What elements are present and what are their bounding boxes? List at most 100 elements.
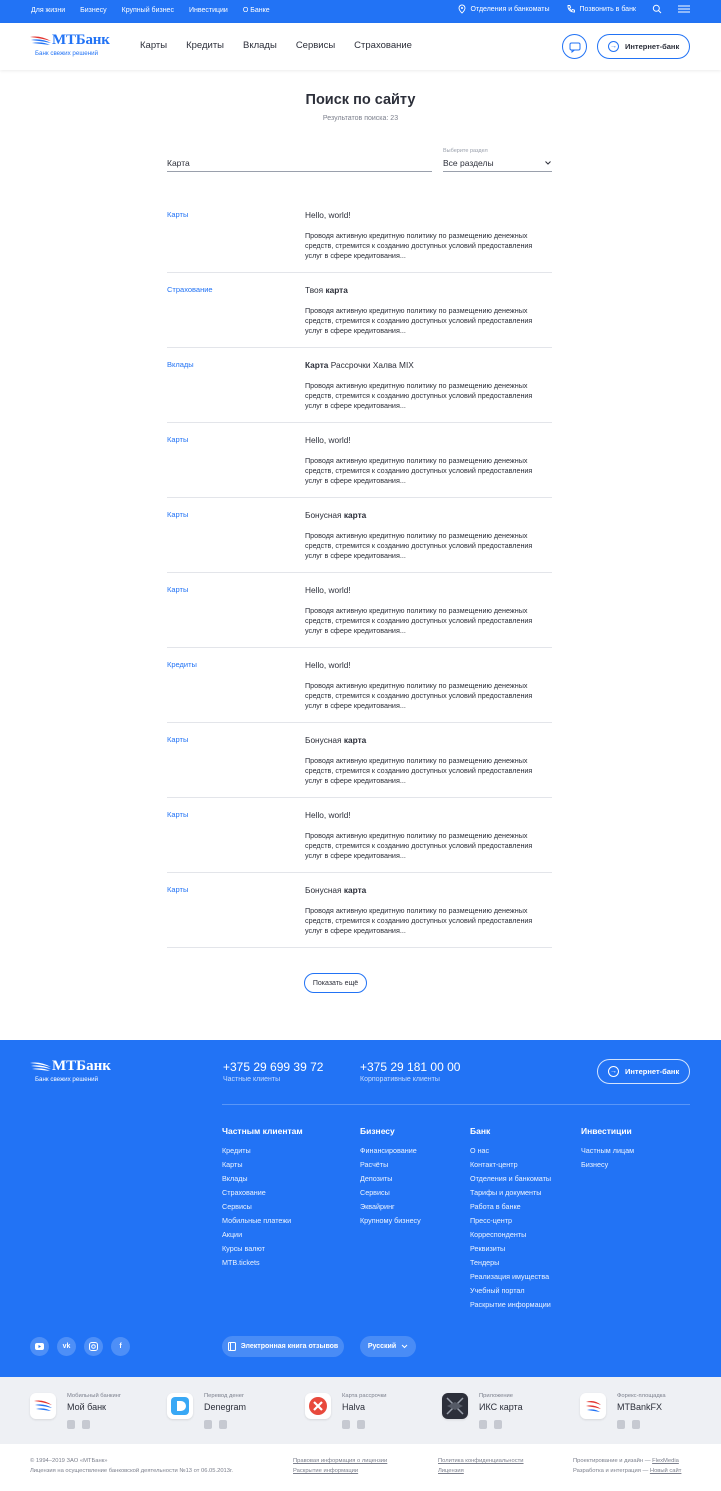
android-icon[interactable]: [479, 1420, 487, 1429]
search-input[interactable]: [167, 155, 432, 172]
footer-link[interactable]: Крупному бизнесу: [360, 1214, 421, 1228]
result-item[interactable]: Карты Hello, world! Проводя активную кре…: [167, 798, 552, 873]
result-item[interactable]: Кредиты Hello, world! Проводя активную к…: [167, 648, 552, 723]
hamburger-menu-icon[interactable]: [678, 4, 690, 14]
footer-link[interactable]: Бизнесу: [581, 1158, 634, 1172]
result-item[interactable]: Карты Бонусная карта Проводя активную кр…: [167, 873, 552, 948]
footer-logo[interactable]: МТБанк Банк свежих решений: [30, 1058, 111, 1088]
footer-internet-bank-button[interactable]: → Интернет-банк: [597, 1059, 690, 1084]
instagram-icon[interactable]: [84, 1337, 103, 1356]
disclosure-link[interactable]: Раскрытие информации: [293, 1466, 387, 1476]
footer-link[interactable]: Эквайринг: [360, 1200, 421, 1214]
apple-icon[interactable]: [357, 1420, 365, 1429]
segment-link-business[interactable]: Бизнесу: [80, 7, 106, 14]
flexmedia-link[interactable]: FlexMedia: [652, 1458, 679, 1464]
result-item[interactable]: Карты Бонусная карта Проводя активную кр…: [167, 723, 552, 798]
footer-link[interactable]: Расчёты: [360, 1158, 421, 1172]
app-card-my-bank[interactable]: Мобильный банкинг Мой банк: [30, 1393, 160, 1433]
result-title[interactable]: Hello, world!: [305, 585, 351, 595]
result-item[interactable]: Карты Hello, world! Проводя активную кре…: [167, 573, 552, 648]
footer-link[interactable]: Раскрытие информации: [470, 1298, 551, 1312]
youtube-icon[interactable]: [30, 1337, 49, 1356]
footer-link[interactable]: Учебный портал: [470, 1284, 551, 1298]
result-category[interactable]: Вклады: [167, 360, 194, 369]
footer-link[interactable]: Сервисы: [360, 1186, 421, 1200]
result-title[interactable]: Hello, world!: [305, 435, 351, 445]
segment-link-corporate[interactable]: Крупный бизнес: [122, 7, 174, 14]
new-site-link[interactable]: Новый сайт: [650, 1468, 682, 1474]
footer-link[interactable]: Мобильные платежи: [222, 1214, 303, 1228]
nav-item-insurance[interactable]: Страхование: [354, 40, 412, 51]
section-select[interactable]: Все разделы: [443, 155, 552, 172]
result-title[interactable]: Hello, world!: [305, 810, 351, 820]
footer-link[interactable]: Корреспонденты: [470, 1228, 551, 1242]
segment-link-about[interactable]: О Банке: [243, 7, 270, 14]
result-category[interactable]: Карты: [167, 585, 188, 594]
footer-link[interactable]: Тарифы и документы: [470, 1186, 551, 1200]
result-category[interactable]: Карты: [167, 210, 188, 219]
mtbank-logo[interactable]: МТБанк Банк свежих решений: [30, 32, 110, 62]
footer-link[interactable]: Депозиты: [360, 1172, 421, 1186]
nav-item-deposits[interactable]: Вклады: [243, 40, 277, 51]
result-category[interactable]: Карты: [167, 810, 188, 819]
nav-item-services[interactable]: Сервисы: [296, 40, 335, 51]
phone-corporate[interactable]: +375 29 181 00 00: [360, 1060, 460, 1074]
footer-link[interactable]: Акции: [222, 1228, 303, 1242]
result-item[interactable]: Страхование Твоя карта Проводя активную …: [167, 273, 552, 348]
result-title[interactable]: Твоя карта: [305, 285, 348, 295]
footer-link[interactable]: Финансирование: [360, 1144, 421, 1158]
result-item[interactable]: Карты Бонусная карта Проводя активную кр…: [167, 498, 552, 573]
footer-link[interactable]: Частным лицам: [581, 1144, 634, 1158]
result-title[interactable]: Hello, world!: [305, 660, 351, 670]
result-category[interactable]: Страхование: [167, 285, 213, 294]
footer-link[interactable]: Отделения и банкоматы: [470, 1172, 551, 1186]
footer-link[interactable]: Карты: [222, 1158, 303, 1172]
licence-link[interactable]: Лицензия: [438, 1466, 524, 1476]
footer-link[interactable]: Вклады: [222, 1172, 303, 1186]
android-icon[interactable]: [67, 1420, 75, 1429]
call-bank-link[interactable]: Позвонить в банк: [566, 4, 636, 14]
footer-link[interactable]: Пресс-центр: [470, 1214, 551, 1228]
footer-link[interactable]: Страхование: [222, 1186, 303, 1200]
footer-link[interactable]: О нас: [470, 1144, 551, 1158]
app-card-iks[interactable]: Приложение ИКС карта: [442, 1393, 572, 1433]
footer-link[interactable]: Сервисы: [222, 1200, 303, 1214]
app-card-mtbankfx[interactable]: Форекс-площадка MTBankFX: [580, 1393, 710, 1433]
show-more-button[interactable]: Показать ещё: [304, 973, 367, 993]
footer-link[interactable]: Кредиты: [222, 1144, 303, 1158]
result-title[interactable]: Карта Рассрочки Халва MIX: [305, 360, 414, 370]
branches-link[interactable]: Отделения и банкоматы: [457, 4, 550, 14]
app-card-halva[interactable]: Карта рассрочки Halva: [305, 1393, 435, 1433]
facebook-icon[interactable]: f: [111, 1337, 130, 1356]
result-item[interactable]: Карты Hello, world! Проводя активную кре…: [167, 423, 552, 498]
internet-bank-button[interactable]: → Интернет-банк: [597, 34, 690, 59]
result-title[interactable]: Бонусная карта: [305, 885, 366, 895]
feedback-book-button[interactable]: Электронная книга отзывов: [222, 1336, 344, 1357]
segment-link-investments[interactable]: Инвестиции: [189, 7, 228, 14]
footer-link[interactable]: Реализация имущества: [470, 1270, 551, 1284]
android-icon[interactable]: [204, 1420, 212, 1429]
app-card-denegram[interactable]: Перевод денег Denegram: [167, 1393, 297, 1433]
android-icon[interactable]: [617, 1420, 625, 1429]
footer-link[interactable]: MTB.tickets: [222, 1256, 303, 1270]
search-icon[interactable]: [652, 4, 662, 14]
result-title[interactable]: Бонусная карта: [305, 735, 366, 745]
nav-item-credits[interactable]: Кредиты: [186, 40, 224, 51]
footer-link[interactable]: Контакт-центр: [470, 1158, 551, 1172]
apple-icon[interactable]: [219, 1420, 227, 1429]
result-category[interactable]: Кредиты: [167, 660, 197, 669]
footer-link[interactable]: Курсы валют: [222, 1242, 303, 1256]
result-title[interactable]: Бонусная карта: [305, 510, 366, 520]
footer-link[interactable]: Тендеры: [470, 1256, 551, 1270]
result-category[interactable]: Карты: [167, 435, 188, 444]
language-select[interactable]: Русский: [360, 1336, 416, 1357]
result-title[interactable]: Hello, world!: [305, 210, 351, 220]
footer-link[interactable]: Работа в банке: [470, 1200, 551, 1214]
result-category[interactable]: Карты: [167, 735, 188, 744]
segment-link-life[interactable]: Для жизни: [31, 7, 65, 14]
legal-info-link[interactable]: Правовая информация о лицензии: [293, 1456, 387, 1466]
phone-private[interactable]: +375 29 699 39 72: [223, 1060, 323, 1074]
result-item[interactable]: Карты Hello, world! Проводя активную кре…: [167, 198, 552, 273]
apple-icon[interactable]: [82, 1420, 90, 1429]
apple-icon[interactable]: [632, 1420, 640, 1429]
